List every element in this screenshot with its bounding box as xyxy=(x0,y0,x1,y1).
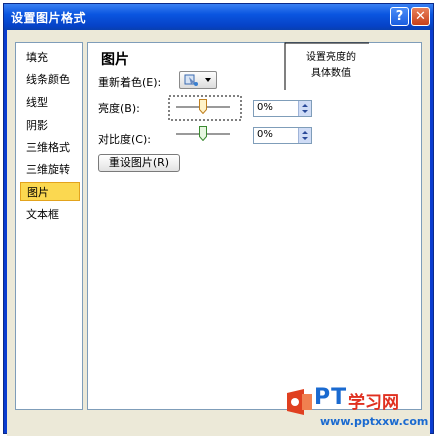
picture-panel: 图片 重新着色(E): 亮度(B): 0% 对比度(C): 0% 重设图片(R) xyxy=(87,42,422,410)
brightness-spin-arrows[interactable] xyxy=(298,101,311,116)
recolor-icon xyxy=(184,74,211,86)
brightness-slider[interactable] xyxy=(176,99,230,115)
recolor-dropdown[interactable] xyxy=(179,71,217,89)
brightness-thumb[interactable] xyxy=(199,99,207,114)
title-bar[interactable]: 设置图片格式 ? ✕ xyxy=(4,4,433,30)
contrast-label: 对比度(C): xyxy=(98,133,151,146)
contrast-value: 0% xyxy=(257,129,273,140)
callout-line-1: 设置亮度的 xyxy=(306,52,356,63)
nav-item-3d-rotation[interactable]: 三维旋转 xyxy=(20,160,80,179)
contrast-slider[interactable] xyxy=(176,126,230,142)
watermark-logo xyxy=(287,389,312,415)
section-title: 图片 xyxy=(101,52,129,68)
reset-picture-button[interactable]: 重设图片(R) xyxy=(98,154,180,172)
contrast-spin-arrows[interactable] xyxy=(298,128,311,143)
nav-item-line-color[interactable]: 线条颜色 xyxy=(20,70,80,89)
contrast-spinner[interactable]: 0% xyxy=(253,127,312,144)
nav-item-picture[interactable]: 图片 xyxy=(20,182,80,201)
contrast-thumb[interactable] xyxy=(199,126,207,141)
dialog-title: 设置图片格式 xyxy=(11,11,87,25)
nav-item-line-style[interactable]: 线型 xyxy=(20,93,80,112)
watermark-url: www.pptxxw.com xyxy=(320,415,429,428)
nav-item-3d-format[interactable]: 三维格式 xyxy=(20,138,80,157)
close-button[interactable]: ✕ xyxy=(411,7,430,26)
brightness-spinner[interactable]: 0% xyxy=(253,100,312,117)
nav-item-shadow[interactable]: 阴影 xyxy=(20,116,80,135)
callout-text: 设置亮度的 具体数值 xyxy=(287,50,375,82)
brightness-label: 亮度(B): xyxy=(98,102,140,115)
watermark: PT 学习网 www.pptxxw.com xyxy=(284,385,439,440)
watermark-brand: PT xyxy=(314,385,348,410)
watermark-brand-suffix: 学习网 xyxy=(348,393,399,413)
dialog-client: 填充 线条颜色 线型 阴影 三维格式 三维旋转 图片 文本框 图片 重新着色(E… xyxy=(7,30,430,436)
category-list: 填充 线条颜色 线型 阴影 三维格式 三维旋转 图片 文本框 xyxy=(15,42,83,410)
recolor-label: 重新着色(E): xyxy=(98,76,162,89)
callout-line-2: 具体数值 xyxy=(311,68,351,79)
brightness-value: 0% xyxy=(257,102,273,113)
nav-item-text-box[interactable]: 文本框 xyxy=(20,205,80,224)
help-button[interactable]: ? xyxy=(390,7,409,26)
nav-item-fill[interactable]: 填充 xyxy=(20,48,80,67)
